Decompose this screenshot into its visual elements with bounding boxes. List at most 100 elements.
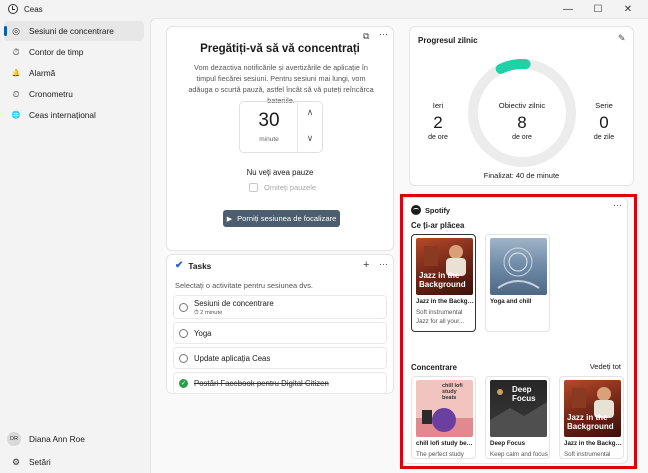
close-button[interactable]: ✕: [613, 0, 643, 18]
streak-unit: de zile: [593, 134, 615, 141]
tasks-card: ✔ Tasks + ··· Selectați o activitate pen…: [166, 254, 394, 394]
task-label: Sesiuni de concentrare: [194, 299, 274, 308]
task-checkbox[interactable]: [179, 329, 188, 338]
sidebar-item-label: Ceas internațional: [29, 110, 96, 120]
task-label: Postări Facebook pentru Digital Citizen: [194, 379, 329, 388]
add-task-icon[interactable]: +: [363, 259, 369, 271]
window-title: Ceas: [24, 4, 43, 14]
playlist-tile[interactable]: Jazz in the Background Jazz in the Backg…: [411, 234, 476, 332]
sidebar-item-label: Sesiuni de concentrare: [29, 26, 114, 36]
playlist-cover: chill lofi study beats: [416, 380, 473, 437]
tasks-header: ✔ Tasks: [175, 260, 211, 271]
stopwatch-icon: ⏲: [12, 88, 20, 99]
yoga-artwork: [497, 247, 540, 289]
sidebar-item-timer[interactable]: ⏱ Contor de timp: [4, 42, 144, 62]
cover-text: Jazz in the Background: [567, 413, 614, 431]
skip-breaks-option[interactable]: Omiteți pauzele: [249, 183, 316, 192]
more-options-icon[interactable]: ···: [379, 259, 388, 269]
focus-session-card: ⧉ ··· Pregătiți-vă să vă concentrați Vom…: [166, 26, 394, 251]
task-item[interactable]: Sesiuni de concentrare ⏱ 2 minute: [173, 295, 387, 319]
task-checkbox[interactable]: [179, 354, 188, 363]
playlist-name: Jazz in the Background: [416, 298, 474, 305]
completed-time: Finalizat: 40 de minute: [483, 171, 560, 180]
playlist-cover: [490, 238, 547, 295]
task-item[interactable]: Yoga: [173, 322, 387, 344]
globe-icon: 🌐: [11, 112, 21, 119]
task-item[interactable]: Update aplicația Ceas: [173, 347, 387, 369]
cover-text: Jazz in the Background: [419, 271, 466, 289]
skip-breaks-checkbox[interactable]: [249, 183, 258, 192]
playlist-tile[interactable]: chill lofi study beats chill lofi study …: [411, 376, 476, 459]
gear-icon: ⚙: [11, 456, 21, 467]
playlist-name: Yoga and chill: [490, 298, 532, 305]
avatar: DR: [7, 432, 21, 446]
playlist-description: Soft instrumental Jazz for all your...: [564, 451, 611, 458]
playlist-description: Keep calm and focus with ambien...: [490, 451, 548, 458]
yesterday-value: 2: [433, 113, 443, 132]
playlist-cover: Jazz in the Background: [416, 238, 473, 295]
duration-value[interactable]: 30: [240, 110, 298, 132]
duration-stepper[interactable]: 30 minute ∧ ∨: [239, 101, 323, 153]
playlist-cover: Deep Focus: [490, 380, 547, 437]
task-label: Yoga: [194, 329, 212, 338]
title-bar: Ceas — ☐ ✕: [0, 0, 648, 18]
user-name: Diana Ann Roe: [29, 434, 85, 444]
spotify-card: Spotify ··· Ce ți-ar plăcea Jazz in the …: [402, 197, 628, 464]
streak-label: Serie: [595, 101, 613, 110]
sidebar-item-label: Setări: [29, 457, 51, 467]
sidebar-item-alarm[interactable]: 🔔 Alarmă: [4, 63, 144, 83]
cover-text: Deep Focus: [512, 385, 536, 403]
playlist-tile[interactable]: Deep Focus Deep Focus Keep calm and focu…: [485, 376, 550, 459]
more-options-icon[interactable]: ···: [613, 200, 622, 210]
chevron-up-icon[interactable]: ∧: [300, 107, 320, 118]
sidebar-item-focus-sessions[interactable]: ◎ Sesiuni de concentrare: [4, 21, 144, 41]
todo-logo-icon: ✔: [175, 260, 184, 271]
timer-icon: ⏱: [12, 46, 20, 57]
sidebar-item-label: Cronometru: [29, 89, 73, 99]
task-checkbox[interactable]: [179, 303, 188, 312]
user-account[interactable]: DR Diana Ann Roe: [4, 432, 85, 446]
sidebar-item-label: Alarmă: [29, 68, 56, 78]
task-done-icon[interactable]: ✓: [179, 379, 188, 388]
sidebar: ◎ Sesiuni de concentrare ⏱ Contor de tim…: [0, 18, 150, 473]
page-title: Pregătiți-vă să vă concentrați: [200, 43, 360, 55]
sidebar-item-world-clock[interactable]: 🌐 Ceas internațional: [4, 105, 144, 125]
clock-app-icon: [8, 4, 18, 14]
focus-icon: ◎: [12, 25, 20, 36]
goal-ring-progress: [495, 59, 531, 74]
focus-description: Vom dezactiva notificările și avertizări…: [188, 63, 374, 105]
more-options-icon[interactable]: ···: [379, 29, 388, 39]
popout-icon[interactable]: ⧉: [363, 31, 369, 42]
sidebar-item-settings[interactable]: ⚙ Setări: [4, 452, 144, 472]
tasks-subtitle: Selectați o activitate pentru sesiunea d…: [175, 281, 313, 290]
section-title: Ce ți-ar plăcea: [411, 221, 465, 230]
start-focus-label: Porniți sesiunea de focalizare: [237, 214, 337, 223]
playlist-tile[interactable]: Jazz in the Background Jazz in the Backg…: [559, 376, 624, 459]
task-item[interactable]: ✓ Postări Facebook pentru Digital Citize…: [173, 372, 387, 394]
duration-unit: minute: [259, 136, 279, 143]
sidebar-item-label: Contor de timp: [29, 47, 84, 57]
sidebar-item-stopwatch[interactable]: ⏲ Cronometru: [4, 84, 144, 104]
playlist-cover: Jazz in the Background: [564, 380, 621, 437]
section-title: Concentrare: [411, 363, 457, 372]
tasks-title: Tasks: [188, 260, 212, 271]
chevron-down-icon[interactable]: ∨: [300, 133, 320, 144]
playlist-description: Soft instrumental Jazz for all your...: [416, 309, 465, 325]
cover-text: chill lofi study beats: [442, 383, 463, 401]
see-all-link[interactable]: Vedeți tot: [590, 362, 621, 371]
start-focus-button[interactable]: ▶ Porniți sesiunea de focalizare: [223, 210, 340, 227]
playlist-description: The perfect study beats. Find your...: [416, 451, 464, 458]
spotify-brand: Spotify: [425, 205, 451, 215]
goal-value: 8: [517, 113, 527, 132]
daily-progress-card: Progresul zilnic ✎ Ieri 2 de ore Obiecti…: [409, 26, 634, 186]
spotify-logo-icon: [411, 205, 421, 215]
bell-icon: 🔔: [11, 70, 21, 77]
minimize-button[interactable]: —: [553, 0, 583, 18]
yesterday-unit: de ore: [428, 134, 448, 141]
spotify-header: Spotify: [411, 205, 450, 215]
goal-unit: de ore: [512, 134, 532, 141]
maximize-button[interactable]: ☐: [583, 0, 613, 18]
playlist-name: chill lofi study beats: [416, 440, 474, 447]
playlist-tile[interactable]: Yoga and chill: [485, 234, 550, 332]
playlist-name: Jazz in the Background: [564, 440, 622, 447]
